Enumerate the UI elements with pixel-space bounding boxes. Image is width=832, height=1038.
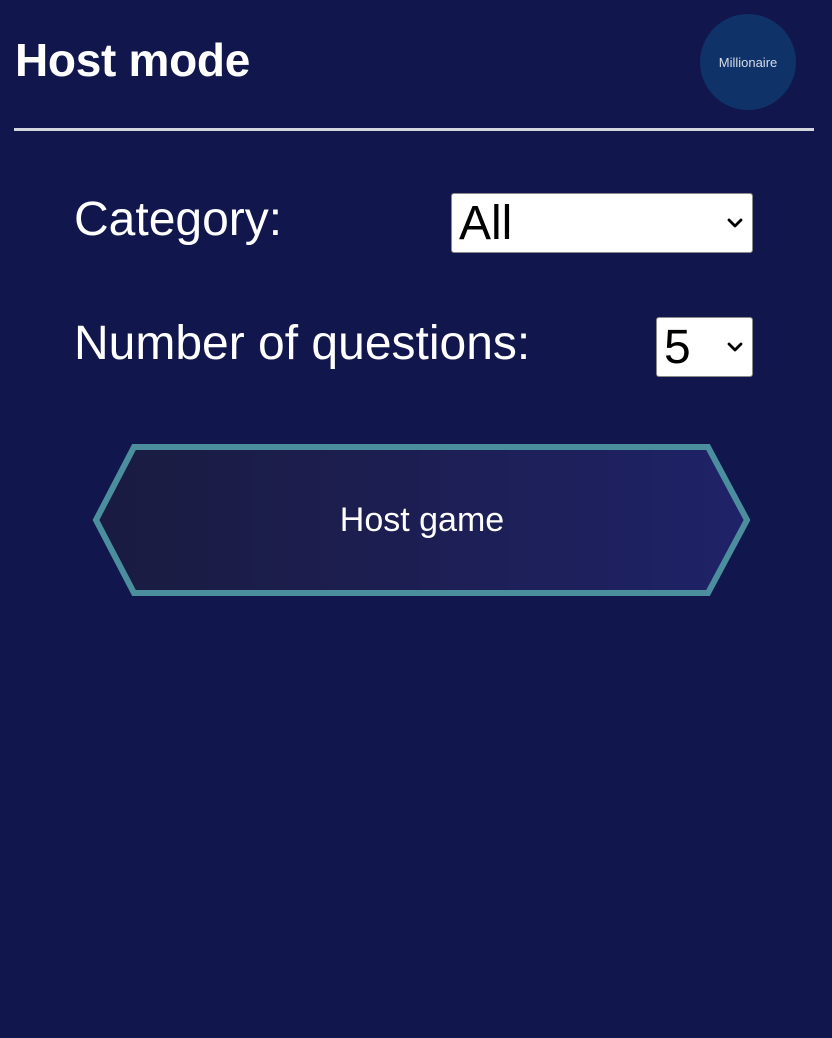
header-divider [14, 128, 814, 131]
chevron-down-icon [727, 342, 743, 352]
category-select-value: All [459, 197, 513, 250]
question-count-select-value: 5 [664, 321, 691, 374]
millionaire-logo: Millionaire [700, 14, 796, 110]
question-count-select[interactable]: 5 [656, 317, 753, 377]
page-title: Host mode [15, 34, 250, 86]
question-count-label: Number of questions: [74, 317, 531, 370]
host-game-button[interactable]: Host game [92, 443, 752, 597]
host-game-label: Host game [339, 500, 505, 539]
logo-text: Millionaire [718, 54, 778, 70]
category-label: Category: [74, 193, 283, 246]
chevron-down-icon [727, 218, 743, 228]
category-select[interactable]: All [451, 193, 753, 253]
